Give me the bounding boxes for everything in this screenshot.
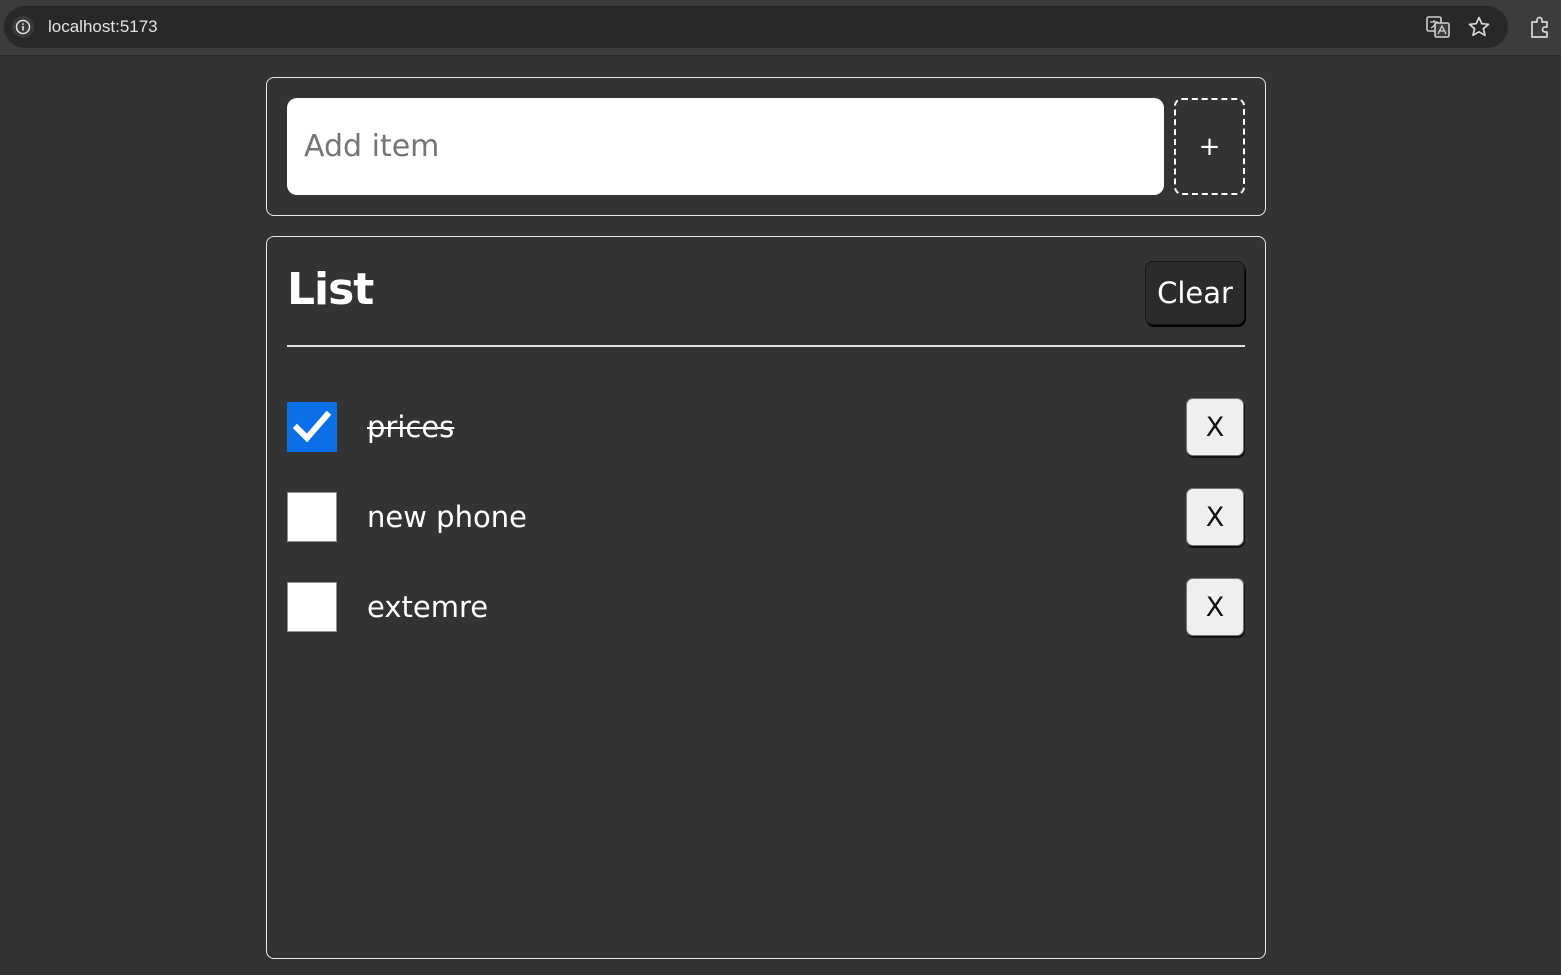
add-item-input[interactable] [287, 98, 1164, 195]
remove-item-button[interactable]: X [1186, 578, 1244, 636]
list-item: prices X [287, 397, 1245, 457]
clear-button[interactable]: Clear [1145, 261, 1245, 325]
list-item: extemre X [287, 577, 1245, 637]
address-bar[interactable]: localhost:5173 [4, 6, 1508, 48]
item-label: extemre [367, 590, 489, 624]
remove-item-button[interactable]: X [1186, 488, 1244, 546]
remove-button-label: X [1205, 411, 1225, 443]
list-item: new phone X [287, 487, 1245, 547]
add-button-label: + [1198, 131, 1221, 162]
extensions-icon[interactable] [1528, 14, 1554, 40]
list-panel: List Clear prices X new phone X extemre … [266, 236, 1266, 959]
remove-button-label: X [1205, 501, 1225, 533]
list-title: List [287, 264, 374, 315]
remove-item-button[interactable]: X [1186, 398, 1244, 456]
url-text[interactable]: localhost:5173 [48, 17, 158, 37]
divider [287, 345, 1245, 347]
info-icon[interactable] [12, 16, 34, 38]
add-item-form: + [266, 77, 1266, 216]
star-icon[interactable] [1466, 14, 1492, 40]
browser-toolbar: localhost:5173 [0, 0, 1561, 56]
translate-icon[interactable] [1425, 14, 1451, 40]
add-item-button[interactable]: + [1174, 98, 1245, 195]
remove-button-label: X [1205, 591, 1225, 623]
item-label: prices [367, 410, 455, 444]
clear-button-label: Clear [1157, 276, 1233, 310]
item-checkbox[interactable] [287, 492, 337, 542]
item-label: new phone [367, 500, 527, 534]
item-checkbox[interactable] [287, 582, 337, 632]
item-checkbox[interactable] [287, 402, 337, 452]
